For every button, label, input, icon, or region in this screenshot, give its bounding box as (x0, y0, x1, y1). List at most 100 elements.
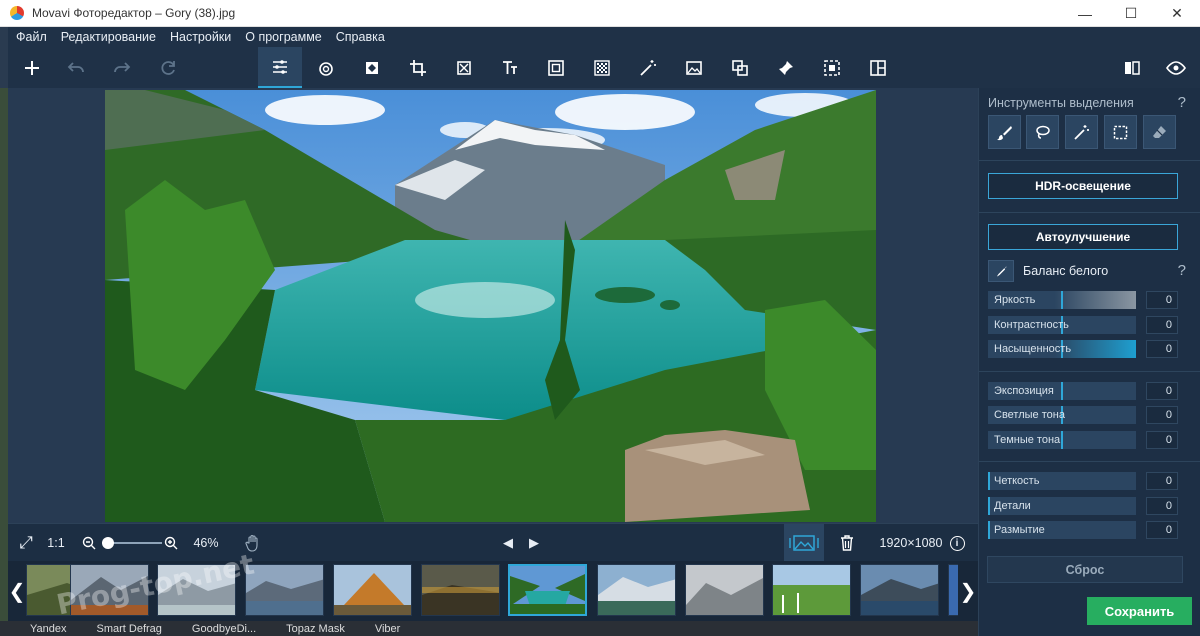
thumbnail[interactable] (245, 564, 324, 616)
selection-help-icon[interactable]: ? (1178, 94, 1186, 111)
tab-retouch-tools[interactable] (764, 47, 808, 88)
tab-adjust[interactable] (258, 47, 302, 88)
info-icon[interactable]: i (948, 524, 966, 562)
thumbnail-selected[interactable] (508, 564, 587, 616)
thumbnail[interactable] (685, 564, 764, 616)
thumbnail[interactable] (597, 564, 676, 616)
lasso-select-button[interactable] (1026, 115, 1059, 149)
tab-retouch[interactable] (304, 47, 348, 88)
thumbnail[interactable] (333, 564, 412, 616)
slider-marker[interactable] (1061, 291, 1063, 309)
tab-effects[interactable] (350, 47, 394, 88)
eraser-button[interactable] (1143, 115, 1176, 149)
menu-help[interactable]: Справка (336, 30, 385, 44)
zoom-slider-thumb[interactable] (102, 537, 114, 549)
menu-edit[interactable]: Редактирование (61, 30, 156, 44)
brush-icon (997, 125, 1012, 140)
tab-text[interactable] (488, 47, 532, 88)
fit-screen-icon[interactable]: ⤢ (12, 524, 40, 562)
zoom-slider-track[interactable] (110, 542, 162, 544)
redo-button[interactable] (100, 47, 144, 88)
menu-file[interactable]: Файл (16, 30, 47, 44)
toggle-filmstrip-button[interactable] (784, 524, 824, 562)
save-button[interactable]: Сохранить (1087, 597, 1192, 625)
taskbar-item[interactable]: Topaz Mask (286, 623, 345, 635)
details-slider[interactable]: Детали 0 (988, 497, 1178, 517)
tab-replace-background[interactable] (442, 47, 486, 88)
window-controls: — ☐ ✕ (1062, 0, 1200, 27)
shadows-slider[interactable]: Темные тона 0 (988, 431, 1178, 451)
filmstrip-left-arrow[interactable]: ❮ (8, 561, 26, 621)
tab-crop[interactable] (396, 47, 440, 88)
zoom-out-icon[interactable] (78, 524, 100, 562)
slider-marker[interactable] (1061, 431, 1063, 449)
filmstrip-right-arrow[interactable]: ❯ (958, 561, 978, 621)
blur-slider[interactable]: Размытие 0 (988, 521, 1178, 541)
slider-value[interactable]: 0 (1146, 431, 1178, 449)
menu-about[interactable]: О программе (245, 30, 321, 44)
menu-settings[interactable]: Настройки (170, 30, 231, 44)
thumbnail[interactable] (421, 564, 500, 616)
contrast-slider[interactable]: Контрастность 0 (988, 316, 1178, 336)
tab-collage[interactable] (856, 47, 900, 88)
magic-wand-select-button[interactable] (1065, 115, 1098, 149)
selection-icon (824, 59, 840, 76)
next-image-button[interactable]: ▶ (524, 524, 544, 562)
slider-value[interactable]: 0 (1146, 521, 1178, 539)
tab-resize[interactable] (718, 47, 762, 88)
slider-marker[interactable] (988, 521, 990, 539)
hdr-lighting-button[interactable]: HDR-освещение (988, 173, 1178, 199)
slider-value[interactable]: 0 (1146, 497, 1178, 515)
reset-button[interactable]: Сброс (987, 556, 1183, 583)
brightness-slider[interactable]: Яркость 0 (988, 291, 1178, 311)
thumbnail[interactable] (772, 564, 851, 616)
close-button[interactable]: ✕ (1154, 0, 1200, 27)
tab-image[interactable] (672, 47, 716, 88)
brush-select-button[interactable] (988, 115, 1021, 149)
auto-enhance-button[interactable]: Автоулучшение (988, 224, 1178, 250)
previous-image-button[interactable]: ◀ (498, 524, 518, 562)
info-glyph: i (949, 535, 965, 551)
slider-marker[interactable] (988, 497, 990, 515)
slider-value[interactable]: 0 (1146, 472, 1178, 490)
actual-size-button[interactable]: 1:1 (42, 524, 70, 562)
maximize-button[interactable]: ☐ (1108, 0, 1154, 27)
slider-marker[interactable] (988, 472, 990, 490)
taskbar-item[interactable]: GoodbyeDi... (192, 623, 256, 635)
highlights-slider[interactable]: Светлые тона 0 (988, 406, 1178, 426)
noise-icon (594, 59, 610, 76)
thumbnail[interactable] (860, 564, 939, 616)
taskbar-item[interactable]: Viber (375, 623, 400, 635)
slider-value[interactable]: 0 (1146, 291, 1178, 309)
undo-button[interactable] (54, 47, 98, 88)
restore-button[interactable] (146, 47, 190, 88)
divider (979, 461, 1200, 462)
delete-image-button[interactable] (836, 524, 858, 562)
adjustments-panel: Инструменты выделения ? HDR-освещение Ав… (978, 88, 1200, 636)
slider-value[interactable]: 0 (1146, 340, 1178, 358)
tab-noise[interactable] (580, 47, 624, 88)
slider-label: Темные тона (994, 434, 1061, 446)
preview-button[interactable] (1154, 47, 1198, 88)
zoom-in-icon[interactable] (160, 524, 182, 562)
slider-value[interactable]: 0 (1146, 406, 1178, 424)
eyedropper-button[interactable] (988, 260, 1014, 282)
photo-canvas[interactable] (105, 90, 876, 522)
slider-marker[interactable] (1061, 382, 1063, 400)
tab-magic[interactable] (626, 47, 670, 88)
slider-value[interactable]: 0 (1146, 316, 1178, 334)
slider-value[interactable]: 0 (1146, 382, 1178, 400)
saturation-slider[interactable]: Насыщенность 0 (988, 340, 1178, 360)
minimize-button[interactable]: — (1062, 0, 1108, 27)
tab-frames[interactable] (534, 47, 578, 88)
exposure-slider[interactable]: Экспозиция 0 (988, 382, 1178, 402)
taskbar-item[interactable]: Smart Defrag (97, 623, 162, 635)
sharpness-slider[interactable]: Четкость 0 (988, 472, 1178, 492)
rect-select-button[interactable] (1104, 115, 1137, 149)
frame-icon (548, 59, 564, 76)
white-balance-help-icon[interactable]: ? (1178, 262, 1186, 279)
taskbar-item[interactable]: Yandex (30, 623, 67, 635)
compare-button[interactable] (1110, 47, 1154, 88)
tab-selection[interactable] (810, 47, 854, 88)
add-file-button[interactable] (10, 47, 54, 88)
